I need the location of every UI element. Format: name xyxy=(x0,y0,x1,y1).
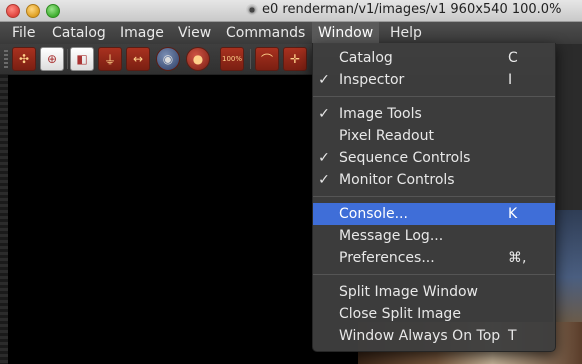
zoom-magnifier-icon[interactable]: ⊕ xyxy=(40,47,64,71)
menu-item-shortcut: C xyxy=(508,50,518,66)
crosshair-icon[interactable]: ✛ xyxy=(283,47,307,71)
menu-commands[interactable]: Commands xyxy=(220,22,311,44)
menu-item-preferences[interactable]: Preferences... ⌘, xyxy=(313,247,555,269)
menu-item-shortcut: ⌘, xyxy=(508,250,527,266)
menu-item-label: Split Image Window xyxy=(339,284,478,300)
menu-help[interactable]: Help xyxy=(384,22,428,44)
checkmark-icon: ✓ xyxy=(318,150,330,166)
menu-item-label: Pixel Readout xyxy=(339,128,434,144)
menu-separator xyxy=(313,196,555,197)
toolbar-divider xyxy=(67,49,68,69)
menu-separator xyxy=(313,96,555,97)
arrow-ruler-icon[interactable]: ↔ xyxy=(126,47,150,71)
menu-item-label: Close Split Image xyxy=(339,306,461,322)
zoom-100-label: 100% xyxy=(221,55,242,63)
menu-item-split-image-window[interactable]: Split Image Window xyxy=(313,281,555,303)
film-strip xyxy=(0,75,8,364)
menu-file[interactable]: File xyxy=(6,22,41,44)
toolbar-divider xyxy=(250,49,251,69)
menu-item-window-always-on-top[interactable]: Window Always On Top T xyxy=(313,325,555,347)
menu-item-catalog[interactable]: Catalog C xyxy=(313,47,555,69)
menu-image[interactable]: Image xyxy=(114,22,170,44)
menu-bar: File Catalog Image View Commands Window … xyxy=(0,22,582,45)
frame-icon[interactable]: ◧ xyxy=(70,47,94,71)
zoom-window-button[interactable] xyxy=(46,4,60,18)
menu-item-inspector[interactable]: ✓ Inspector I xyxy=(313,69,555,91)
menu-item-label: Console... xyxy=(339,206,408,222)
image-content xyxy=(553,210,582,322)
checkmark-icon: ✓ xyxy=(318,106,330,122)
menu-item-message-log[interactable]: Message Log... xyxy=(313,225,555,247)
checkmark-icon: ✓ xyxy=(318,72,330,88)
checkmark-icon: ✓ xyxy=(318,172,330,188)
menu-item-shortcut: K xyxy=(508,206,518,222)
menu-item-label: Catalog xyxy=(339,50,393,66)
zoom-100-icon[interactable]: 100% xyxy=(220,47,244,71)
toolbar-grip[interactable] xyxy=(4,50,8,68)
menu-item-label: Image Tools xyxy=(339,106,422,122)
menu-item-image-tools[interactable]: ✓ Image Tools xyxy=(313,103,555,125)
menu-item-label: Window Always On Top xyxy=(339,328,501,344)
menu-item-label: Message Log... xyxy=(339,228,444,244)
globe-hand-icon[interactable]: ◉ xyxy=(156,47,180,71)
menu-item-label: Monitor Controls xyxy=(339,172,455,188)
menu-item-label: Preferences... xyxy=(339,250,435,266)
grid-crosshair-icon[interactable]: ✣ xyxy=(12,47,36,71)
menu-window[interactable]: Window xyxy=(312,22,380,44)
record-hand-icon[interactable]: ● xyxy=(186,47,210,71)
menu-catalog[interactable]: Catalog xyxy=(46,22,112,44)
menu-separator xyxy=(313,274,555,275)
window-menu-dropdown: Catalog C ✓ Inspector I ✓ Image Tools Pi… xyxy=(312,43,556,352)
menu-item-label: Inspector xyxy=(339,72,405,88)
menu-item-shortcut: T xyxy=(508,328,517,344)
close-window-button[interactable] xyxy=(6,4,20,18)
window-title: e0 renderman/v1/images/v1 960x540 100.0% xyxy=(262,2,562,17)
menu-item-monitor-controls[interactable]: ✓ Monitor Controls xyxy=(313,169,555,191)
lamp-icon[interactable]: ⏚ xyxy=(98,47,122,71)
menu-view[interactable]: View xyxy=(172,22,217,44)
menu-item-close-split-image[interactable]: Close Split Image xyxy=(313,303,555,325)
menu-item-shortcut: I xyxy=(508,72,513,88)
document-eye-icon xyxy=(246,4,258,16)
minimize-window-button[interactable] xyxy=(26,4,40,18)
menu-item-label: Sequence Controls xyxy=(339,150,471,166)
title-bar: e0 renderman/v1/images/v1 960x540 100.0% xyxy=(0,0,582,22)
menu-item-console[interactable]: Console... K xyxy=(313,203,555,225)
wave-icon[interactable]: ⌒ xyxy=(255,47,279,71)
menu-item-sequence-controls[interactable]: ✓ Sequence Controls xyxy=(313,147,555,169)
menu-item-pixel-readout[interactable]: Pixel Readout xyxy=(313,125,555,147)
